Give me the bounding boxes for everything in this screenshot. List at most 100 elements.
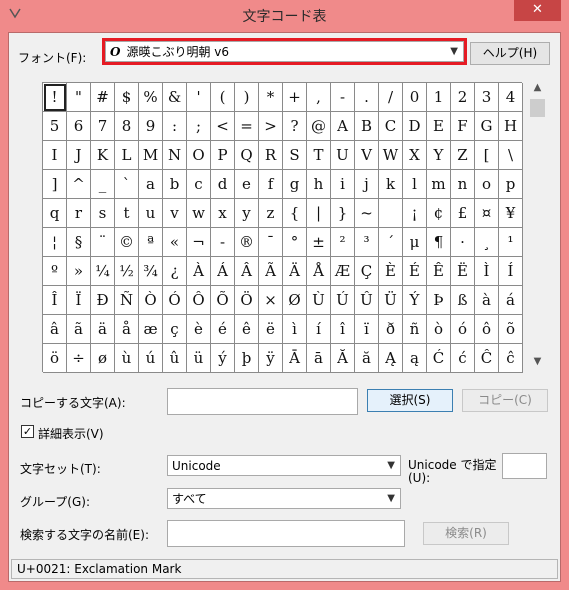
char-cell[interactable]: G <box>475 112 499 141</box>
char-cell[interactable]: 0 <box>403 83 427 112</box>
group-select[interactable]: すべて ▼ <box>167 488 401 509</box>
char-cell[interactable]: f <box>259 170 283 199</box>
char-cell[interactable]: ! <box>43 83 67 112</box>
char-cell[interactable]: < <box>211 112 235 141</box>
char-cell[interactable]: ¬ <box>187 228 211 257</box>
char-cell[interactable]: B <box>355 112 379 141</box>
char-cell[interactable]: ¯ <box>259 228 283 257</box>
char-cell[interactable]: E <box>427 112 451 141</box>
char-cell[interactable]: _ <box>91 170 115 199</box>
char-cell[interactable]: Õ <box>211 286 235 315</box>
char-cell[interactable]: ã <box>67 315 91 344</box>
char-cell[interactable]: î <box>331 315 355 344</box>
char-cell[interactable]: º <box>43 257 67 286</box>
char-cell[interactable]: » <box>67 257 91 286</box>
char-cell[interactable]: 1 <box>427 83 451 112</box>
char-cell[interactable]: y <box>235 199 259 228</box>
char-cell[interactable]: ï <box>355 315 379 344</box>
char-cell[interactable]: & <box>163 83 187 112</box>
char-cell[interactable]: ) <box>235 83 259 112</box>
char-cell[interactable]: Ò <box>139 286 163 315</box>
char-cell[interactable]: Ö <box>235 286 259 315</box>
char-cell[interactable]: « <box>163 228 187 257</box>
char-cell[interactable]: Ë <box>451 257 475 286</box>
chevron-down-icon[interactable]: ▼ <box>450 42 458 62</box>
char-cell[interactable]: Ü <box>379 286 403 315</box>
char-cell[interactable]: N <box>163 141 187 170</box>
char-cell[interactable]: ° <box>283 228 307 257</box>
char-cell[interactable]: Í <box>499 257 523 286</box>
char-cell[interactable]: Ā <box>283 344 307 373</box>
char-cell[interactable]: ù <box>115 344 139 373</box>
char-cell[interactable]: v <box>163 199 187 228</box>
char-cell[interactable]: Ø <box>283 286 307 315</box>
char-cell[interactable]: 6 <box>67 112 91 141</box>
char-cell[interactable]: R <box>259 141 283 170</box>
char-cell[interactable]: § <box>67 228 91 257</box>
char-cell[interactable]: l <box>403 170 427 199</box>
char-cell[interactable]: ] <box>43 170 67 199</box>
unicode-goto-input[interactable] <box>502 453 547 479</box>
char-cell[interactable]: " <box>67 83 91 112</box>
char-cell[interactable]: Ć <box>427 344 451 373</box>
char-cell[interactable]: ñ <box>403 315 427 344</box>
char-cell[interactable]: S <box>283 141 307 170</box>
char-cell[interactable] <box>379 199 403 228</box>
char-cell[interactable]: ; <box>187 112 211 141</box>
char-cell[interactable]: q <box>43 199 67 228</box>
char-cell[interactable]: + <box>283 83 307 112</box>
char-cell[interactable]: ą <box>403 344 427 373</box>
char-cell[interactable]: b <box>163 170 187 199</box>
char-cell[interactable]: Ĉ <box>475 344 499 373</box>
char-cell[interactable]: Ç <box>355 257 379 286</box>
char-cell[interactable]: \ <box>499 141 523 170</box>
char-cell[interactable]: Æ <box>331 257 355 286</box>
char-cell[interactable]: á <box>499 286 523 315</box>
char-cell[interactable]: Ê <box>427 257 451 286</box>
char-cell[interactable]: { <box>283 199 307 228</box>
char-cell[interactable]: â <box>43 315 67 344</box>
char-cell[interactable]: d <box>211 170 235 199</box>
char-cell[interactable]: h <box>307 170 331 199</box>
char-cell[interactable]: ± <box>307 228 331 257</box>
char-cell[interactable]: Ñ <box>115 286 139 315</box>
char-cell[interactable]: ³ <box>355 228 379 257</box>
char-cell[interactable]: 4 <box>499 83 523 112</box>
char-cell[interactable]: ë <box>259 315 283 344</box>
char-cell[interactable]: ç <box>163 315 187 344</box>
char-cell[interactable]: k <box>379 170 403 199</box>
char-cell[interactable]: Ó <box>163 286 187 315</box>
char-cell[interactable]: : <box>163 112 187 141</box>
char-cell[interactable]: } <box>331 199 355 228</box>
char-cell[interactable]: A <box>331 112 355 141</box>
char-cell[interactable]: ^ <box>67 170 91 199</box>
char-cell[interactable]: ¡ <box>403 199 427 228</box>
char-cell[interactable]: n <box>451 170 475 199</box>
advanced-view-checkbox[interactable]: ✓ <box>21 425 34 438</box>
char-cell[interactable]: 5 <box>43 112 67 141</box>
char-cell[interactable]: I <box>43 141 67 170</box>
grid-scrollbar[interactable]: ▲ ▼ <box>528 82 547 372</box>
char-cell[interactable]: ð <box>379 315 403 344</box>
copy-button[interactable]: コピー(C) <box>462 389 548 412</box>
char-cell[interactable]: Ą <box>379 344 403 373</box>
scroll-thumb[interactable] <box>530 99 545 117</box>
char-cell[interactable]: 3 <box>475 83 499 112</box>
char-cell[interactable]: ¼ <box>91 257 115 286</box>
char-cell[interactable]: ß <box>451 286 475 315</box>
char-cell[interactable]: í <box>307 315 331 344</box>
char-cell[interactable]: a <box>139 170 163 199</box>
char-cell[interactable]: % <box>139 83 163 112</box>
char-cell[interactable]: ¾ <box>139 257 163 286</box>
char-cell[interactable]: ä <box>91 315 115 344</box>
char-cell[interactable]: Ù <box>307 286 331 315</box>
char-cell[interactable]: p <box>499 170 523 199</box>
char-cell[interactable]: [ <box>475 141 499 170</box>
char-cell[interactable]: ½ <box>115 257 139 286</box>
char-cell[interactable]: Y <box>427 141 451 170</box>
copy-text-input[interactable] <box>167 388 358 415</box>
help-button[interactable]: ヘルプ(H) <box>470 42 550 65</box>
char-cell[interactable]: ¢ <box>427 199 451 228</box>
char-cell[interactable]: É <box>403 257 427 286</box>
char-cell[interactable]: z <box>259 199 283 228</box>
